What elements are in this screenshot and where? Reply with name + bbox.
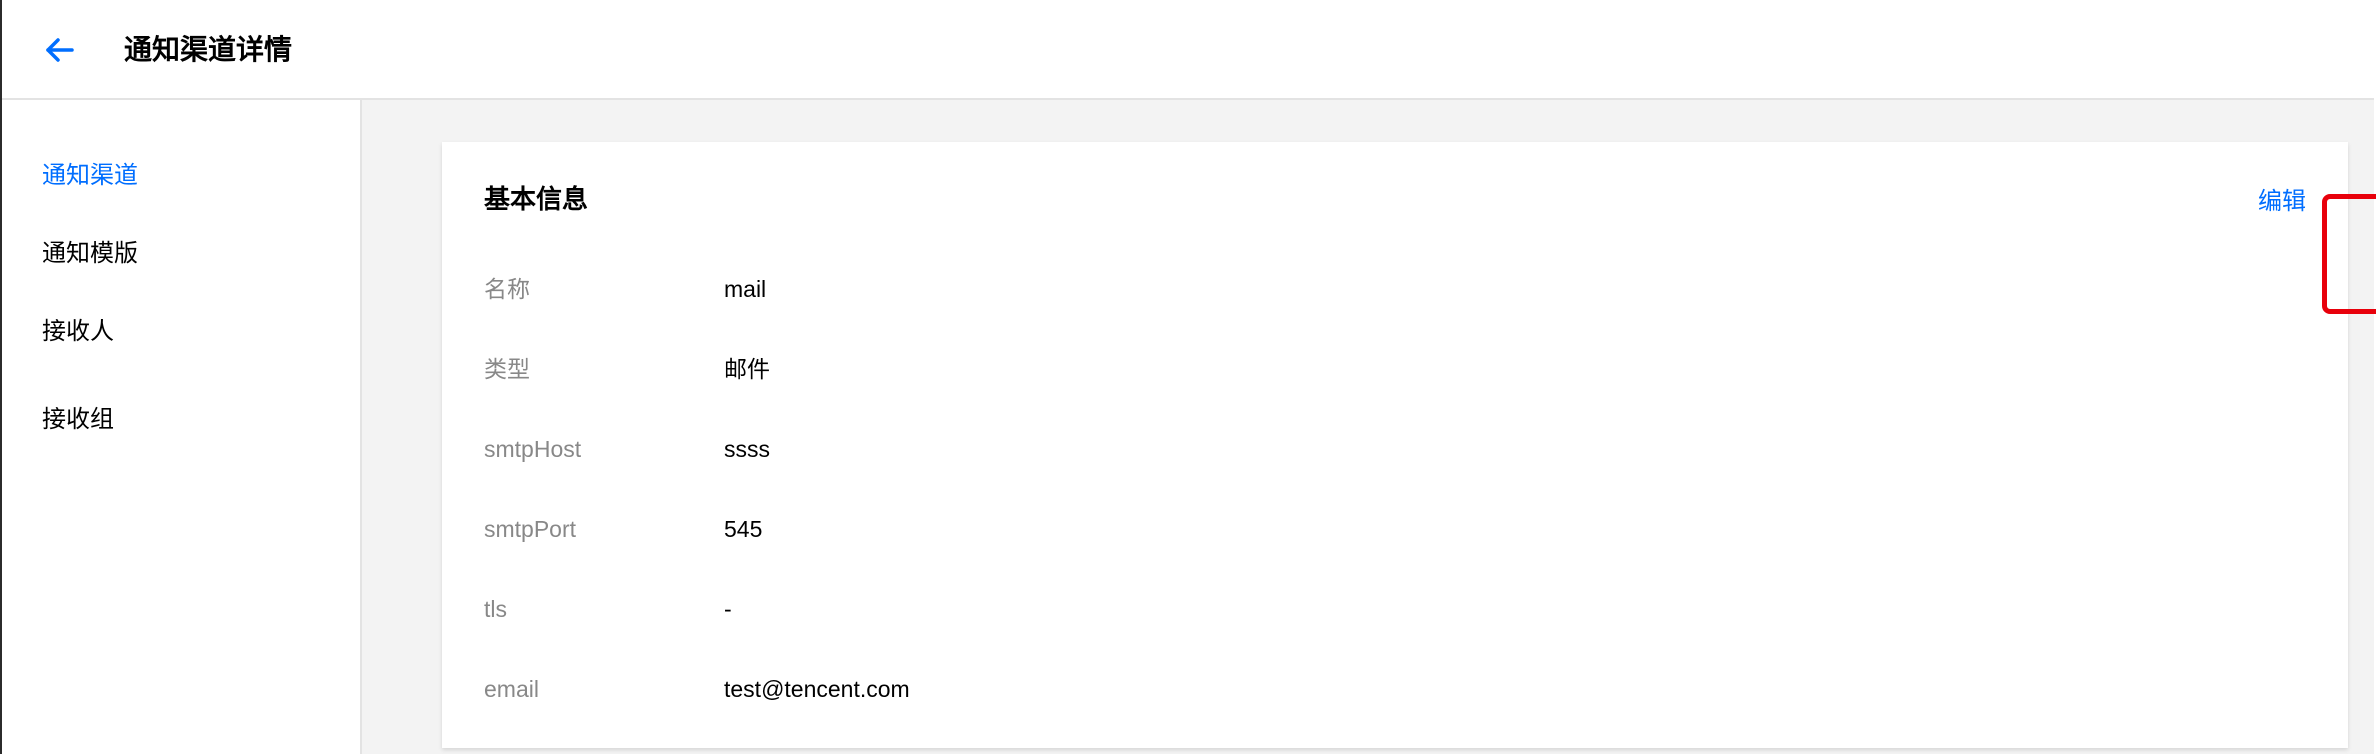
edit-button[interactable]: 编辑 [2258, 186, 2306, 216]
arrow-left-icon [46, 38, 74, 62]
card-title: 基本信息 [484, 185, 589, 215]
info-value: test@tencent.com [724, 676, 910, 702]
basic-info-card: 基本信息 编辑 名称 mail 类型 邮件 smtpHost ssss smtp… [442, 142, 2376, 748]
page-header: 通知渠道详情 [2, 0, 2374, 100]
page-title: 通知渠道详情 [124, 33, 293, 66]
info-value: 邮件 [724, 356, 770, 382]
info-value: - [724, 596, 732, 622]
info-row-smtp-port: smtpPort 545 [484, 512, 2284, 546]
info-row-smtp-host: smtpHost ssss [484, 432, 2284, 466]
info-label: email [484, 676, 539, 702]
info-label: smtpPort [484, 516, 577, 542]
sidebar: 通知渠道 通知模版 接收人 接收组 [2, 100, 362, 754]
sidebar-item-notification-channel[interactable]: 通知渠道 [42, 160, 138, 190]
info-row-email: email test@tencent.com [484, 672, 2284, 706]
edit-highlight-box [2322, 194, 2376, 314]
back-button[interactable] [40, 30, 80, 70]
sidebar-item-receiver[interactable]: 接收人 [42, 316, 114, 346]
info-label: 类型 [484, 356, 530, 382]
info-label: tls [484, 596, 507, 622]
sidebar-item-notification-template[interactable]: 通知模版 [42, 238, 138, 268]
info-label: smtpHost [484, 436, 582, 462]
info-value: 545 [724, 516, 763, 542]
info-value: ssss [724, 436, 770, 462]
info-row-tls: tls - [484, 592, 2284, 626]
info-row-type: 类型 邮件 [484, 352, 2284, 386]
main-content: 基本信息 编辑 名称 mail 类型 邮件 smtpHost ssss smtp… [362, 100, 2376, 754]
info-row-name: 名称 mail [484, 272, 2284, 306]
info-value: mail [724, 276, 767, 302]
sidebar-item-receiver-group[interactable]: 接收组 [42, 404, 114, 434]
info-label: 名称 [484, 276, 530, 302]
